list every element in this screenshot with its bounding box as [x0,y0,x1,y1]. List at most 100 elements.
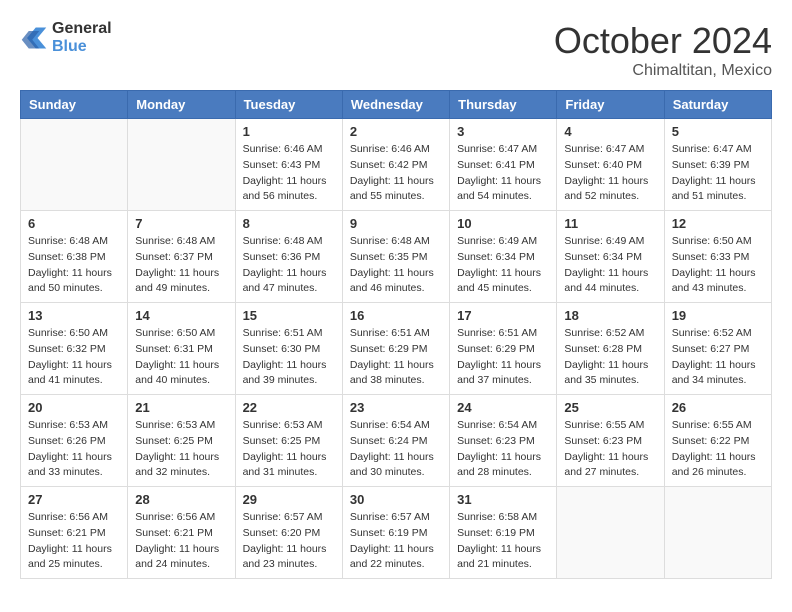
calendar-cell: 8 Sunrise: 6:48 AM Sunset: 6:36 PM Daylig… [235,211,342,303]
day-number: 7 [135,216,227,231]
day-info: Sunrise: 6:47 AM Sunset: 6:39 PM Dayligh… [672,142,764,205]
day-info: Sunrise: 6:46 AM Sunset: 6:43 PM Dayligh… [243,142,335,205]
day-number: 10 [457,216,549,231]
calendar-cell: 1 Sunrise: 6:46 AM Sunset: 6:43 PM Daylig… [235,119,342,211]
day-info: Sunrise: 6:56 AM Sunset: 6:21 PM Dayligh… [28,510,120,573]
calendar-cell: 25 Sunrise: 6:55 AM Sunset: 6:23 PM Dayli… [557,395,664,487]
day-number: 6 [28,216,120,231]
day-info: Sunrise: 6:58 AM Sunset: 6:19 PM Dayligh… [457,510,549,573]
week-row-5: 27Sunrise: 6:56 AM Sunset: 6:21 PM Dayli… [21,487,772,579]
day-info: Sunrise: 6:48 AM Sunset: 6:36 PM Dayligh… [243,234,335,297]
calendar-cell: 13 Sunrise: 6:50 AM Sunset: 6:32 PM Dayli… [21,303,128,395]
day-number: 24 [457,400,549,415]
day-info: Sunrise: 6:48 AM Sunset: 6:37 PM Dayligh… [135,234,227,297]
day-number: 8 [243,216,335,231]
calendar-cell: 31Sunrise: 6:58 AM Sunset: 6:19 PM Dayli… [450,487,557,579]
day-number: 11 [564,216,656,231]
day-number: 3 [457,124,549,139]
weekday-header-sunday: Sunday [21,91,128,119]
calendar-cell [128,119,235,211]
day-number: 28 [135,492,227,507]
weekday-header-thursday: Thursday [450,91,557,119]
week-row-2: 6 Sunrise: 6:48 AM Sunset: 6:38 PM Daylig… [21,211,772,303]
day-number: 19 [672,308,764,323]
calendar-cell: 9 Sunrise: 6:48 AM Sunset: 6:35 PM Daylig… [342,211,449,303]
day-number: 14 [135,308,227,323]
calendar-cell: 15Sunrise: 6:51 AM Sunset: 6:30 PM Dayli… [235,303,342,395]
day-info: Sunrise: 6:57 AM Sunset: 6:19 PM Dayligh… [350,510,442,573]
day-number: 23 [350,400,442,415]
logo-icon [20,24,48,52]
day-info: Sunrise: 6:53 AM Sunset: 6:26 PM Dayligh… [28,418,120,481]
calendar-cell [664,487,771,579]
calendar-cell: 2 Sunrise: 6:46 AM Sunset: 6:42 PM Daylig… [342,119,449,211]
day-info: Sunrise: 6:48 AM Sunset: 6:38 PM Dayligh… [28,234,120,297]
day-number: 21 [135,400,227,415]
logo-text: General Blue [52,20,112,56]
calendar-cell: 22Sunrise: 6:53 AM Sunset: 6:25 PM Dayli… [235,395,342,487]
weekday-header-friday: Friday [557,91,664,119]
day-number: 26 [672,400,764,415]
day-info: Sunrise: 6:55 AM Sunset: 6:23 PM Dayligh… [564,418,656,481]
calendar-cell: 20 Sunrise: 6:53 AM Sunset: 6:26 PM Dayli… [21,395,128,487]
day-info: Sunrise: 6:49 AM Sunset: 6:34 PM Dayligh… [457,234,549,297]
calendar-cell: 30 Sunrise: 6:57 AM Sunset: 6:19 PM Dayli… [342,487,449,579]
location: Chimaltitan, Mexico [554,62,772,80]
day-info: Sunrise: 6:53 AM Sunset: 6:25 PM Dayligh… [135,418,227,481]
day-number: 16 [350,308,442,323]
calendar-cell: 16Sunrise: 6:51 AM Sunset: 6:29 PM Dayli… [342,303,449,395]
day-info: Sunrise: 6:52 AM Sunset: 6:28 PM Dayligh… [564,326,656,389]
day-info: Sunrise: 6:51 AM Sunset: 6:29 PM Dayligh… [457,326,549,389]
day-number: 12 [672,216,764,231]
day-info: Sunrise: 6:47 AM Sunset: 6:41 PM Dayligh… [457,142,549,205]
day-info: Sunrise: 6:46 AM Sunset: 6:42 PM Dayligh… [350,142,442,205]
calendar-cell: 23 Sunrise: 6:54 AM Sunset: 6:24 PM Dayli… [342,395,449,487]
calendar-cell: 6 Sunrise: 6:48 AM Sunset: 6:38 PM Daylig… [21,211,128,303]
calendar-cell: 7 Sunrise: 6:48 AM Sunset: 6:37 PM Daylig… [128,211,235,303]
day-number: 18 [564,308,656,323]
calendar-cell: 14Sunrise: 6:50 AM Sunset: 6:31 PM Dayli… [128,303,235,395]
calendar-cell: 18 Sunrise: 6:52 AM Sunset: 6:28 PM Dayli… [557,303,664,395]
day-info: Sunrise: 6:50 AM Sunset: 6:32 PM Dayligh… [28,326,120,389]
weekday-header-tuesday: Tuesday [235,91,342,119]
calendar-cell: 3 Sunrise: 6:47 AM Sunset: 6:41 PM Daylig… [450,119,557,211]
weekday-header-saturday: Saturday [664,91,771,119]
day-number: 13 [28,308,120,323]
day-number: 2 [350,124,442,139]
day-number: 30 [350,492,442,507]
weekday-header-wednesday: Wednesday [342,91,449,119]
calendar-cell: 24Sunrise: 6:54 AM Sunset: 6:23 PM Dayli… [450,395,557,487]
calendar-cell: 28Sunrise: 6:56 AM Sunset: 6:21 PM Dayli… [128,487,235,579]
calendar-cell: 12Sunrise: 6:50 AM Sunset: 6:33 PM Dayli… [664,211,771,303]
day-number: 20 [28,400,120,415]
page-header: General Blue October 2024 Chimaltitan, M… [20,20,772,80]
day-number: 9 [350,216,442,231]
day-number: 25 [564,400,656,415]
day-info: Sunrise: 6:52 AM Sunset: 6:27 PM Dayligh… [672,326,764,389]
calendar-cell: 17 Sunrise: 6:51 AM Sunset: 6:29 PM Dayli… [450,303,557,395]
day-number: 17 [457,308,549,323]
calendar-cell: 5Sunrise: 6:47 AM Sunset: 6:39 PM Daylig… [664,119,771,211]
title-section: October 2024 Chimaltitan, Mexico [554,20,772,80]
day-number: 29 [243,492,335,507]
day-info: Sunrise: 6:54 AM Sunset: 6:24 PM Dayligh… [350,418,442,481]
calendar-table: SundayMondayTuesdayWednesdayThursdayFrid… [20,90,772,579]
logo: General Blue [20,20,112,56]
weekday-header-monday: Monday [128,91,235,119]
day-info: Sunrise: 6:53 AM Sunset: 6:25 PM Dayligh… [243,418,335,481]
weekday-header-row: SundayMondayTuesdayWednesdayThursdayFrid… [21,91,772,119]
week-row-1: 1 Sunrise: 6:46 AM Sunset: 6:43 PM Daylig… [21,119,772,211]
calendar-cell: 27Sunrise: 6:56 AM Sunset: 6:21 PM Dayli… [21,487,128,579]
day-info: Sunrise: 6:55 AM Sunset: 6:22 PM Dayligh… [672,418,764,481]
calendar-cell: 19 Sunrise: 6:52 AM Sunset: 6:27 PM Dayli… [664,303,771,395]
day-number: 4 [564,124,656,139]
month-title: October 2024 [554,20,772,62]
calendar-cell: 21 Sunrise: 6:53 AM Sunset: 6:25 PM Dayli… [128,395,235,487]
day-info: Sunrise: 6:49 AM Sunset: 6:34 PM Dayligh… [564,234,656,297]
calendar-cell: 11 Sunrise: 6:49 AM Sunset: 6:34 PM Dayli… [557,211,664,303]
calendar-cell [557,487,664,579]
calendar-cell: 26 Sunrise: 6:55 AM Sunset: 6:22 PM Dayli… [664,395,771,487]
day-number: 1 [243,124,335,139]
calendar-cell: 29Sunrise: 6:57 AM Sunset: 6:20 PM Dayli… [235,487,342,579]
day-info: Sunrise: 6:48 AM Sunset: 6:35 PM Dayligh… [350,234,442,297]
